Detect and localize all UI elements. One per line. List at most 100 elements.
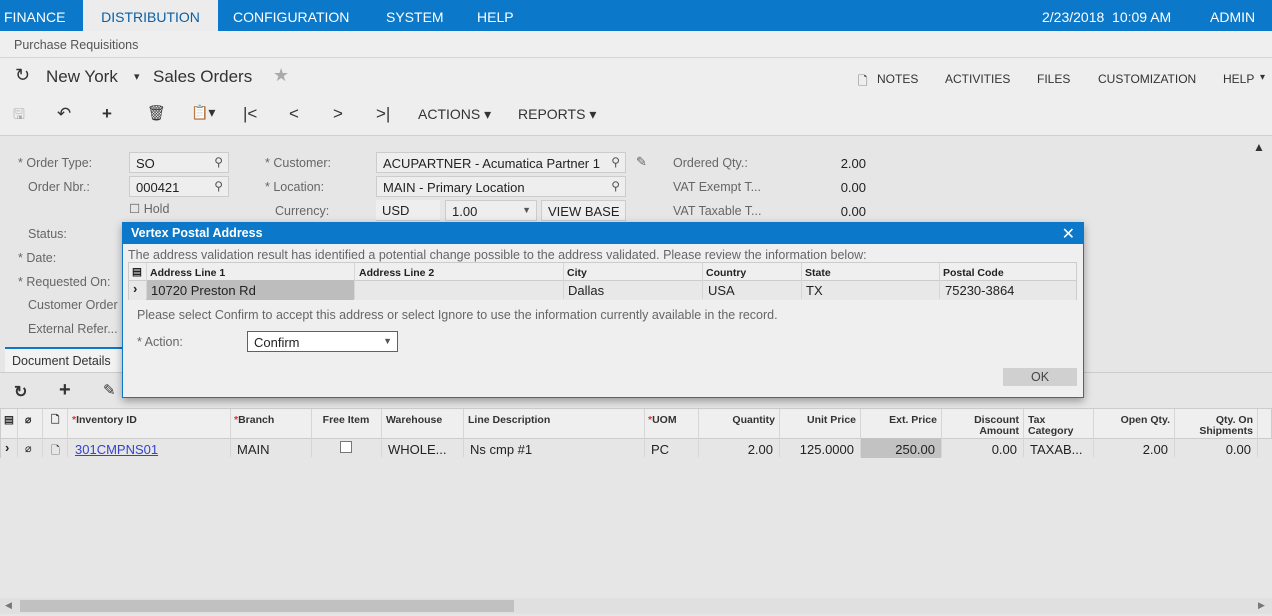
previous-record-icon[interactable]: < <box>289 104 299 124</box>
notes-link[interactable]: NOTES <box>877 72 918 86</box>
grid-settings-icon[interactable]: ▤ <box>132 266 142 278</box>
col-warehouse[interactable]: Warehouse <box>386 415 442 426</box>
city-cell[interactable]: Dallas <box>568 283 604 298</box>
help-link[interactable]: HELP <box>1223 72 1254 86</box>
scroll-right-icon[interactable]: ▶ <box>1258 600 1265 611</box>
order-nbr-field[interactable]: 000421 ⚲ <box>129 176 229 197</box>
state-cell[interactable]: TX <box>806 283 823 298</box>
col-inventory-id[interactable]: *Inventory ID <box>72 415 137 426</box>
reports-menu[interactable]: REPORTS ▾ <box>518 106 596 123</box>
edit-icon[interactable]: ✎ <box>636 154 647 170</box>
warehouse-cell[interactable]: WHOLE... <box>388 442 447 457</box>
grid-settings-icon[interactable]: ▤ <box>4 415 14 426</box>
rate-field[interactable]: 1.00 ▼ <box>445 200 537 221</box>
search-icon[interactable]: ⚲ <box>214 179 223 193</box>
add-row-icon[interactable]: + <box>59 379 71 402</box>
col-quantity[interactable]: Quantity <box>701 415 775 426</box>
hold-checkbox[interactable]: ☐ Hold <box>129 201 169 216</box>
col-address-line-2[interactable]: Address Line 2 <box>359 267 434 279</box>
nav-distribution[interactable]: DISTRIBUTION <box>83 0 218 31</box>
tab-document-details[interactable]: Document Details <box>5 347 123 372</box>
col-branch[interactable]: *Branch <box>234 415 274 426</box>
last-record-icon[interactable]: >| <box>376 104 390 124</box>
note-icon[interactable]: 🗋 <box>51 442 60 461</box>
close-icon[interactable]: ✕ <box>1062 224 1075 244</box>
col-discount-amount[interactable]: Discount Amount <box>961 415 1019 437</box>
col-state[interactable]: State <box>805 267 831 279</box>
quantity-cell[interactable]: 2.00 <box>701 442 773 457</box>
horizontal-scrollbar[interactable]: ◀ ▶ <box>0 598 1272 614</box>
activities-link[interactable]: ACTIVITIES <box>945 72 1010 86</box>
breadcrumb[interactable]: Purchase Requisitions <box>0 31 1272 58</box>
currency-field[interactable]: USD <box>376 200 440 221</box>
order-type-field[interactable]: SO ⚲ <box>129 152 229 173</box>
star-icon[interactable]: ★ <box>273 65 289 86</box>
collapse-icon[interactable]: ▲ <box>1253 140 1265 154</box>
postal-code-cell[interactable]: 75230-3864 <box>945 283 1014 298</box>
attachment-icon[interactable]: ⌀ <box>25 415 31 426</box>
user-menu[interactable]: ADMIN <box>1210 0 1255 31</box>
row-selector-icon[interactable]: › <box>5 440 9 455</box>
add-icon[interactable]: + <box>102 104 112 124</box>
undo-icon[interactable]: ↶ <box>57 104 71 124</box>
notes-icon[interactable]: 🗋 <box>858 72 868 93</box>
col-address-line-1[interactable]: Address Line 1 <box>150 267 225 279</box>
search-icon[interactable]: ⚲ <box>611 155 620 169</box>
row-selector-icon[interactable]: › <box>133 281 137 296</box>
col-open-qty[interactable]: Open Qty. <box>1096 415 1170 426</box>
col-country[interactable]: Country <box>706 267 746 279</box>
col-city[interactable]: City <box>567 267 587 279</box>
first-record-icon[interactable]: |< <box>243 104 257 124</box>
col-ext-price[interactable]: Ext. Price <box>863 415 937 426</box>
attachment-icon[interactable]: ⌀ <box>25 442 32 455</box>
col-uom[interactable]: *UOM <box>648 415 677 426</box>
scroll-left-icon[interactable]: ◀ <box>5 600 12 611</box>
col-qty-on-shipments[interactable]: Qty. On Shipments <box>1181 415 1253 437</box>
ok-button[interactable]: OK <box>1003 368 1077 386</box>
nav-system[interactable]: SYSTEM <box>386 0 444 31</box>
nav-help[interactable]: HELP <box>477 0 514 31</box>
col-unit-price[interactable]: Unit Price <box>782 415 856 426</box>
search-icon[interactable]: ⚲ <box>214 155 223 169</box>
branch-cell[interactable]: MAIN <box>237 442 270 457</box>
country-cell[interactable]: USA <box>708 283 735 298</box>
unit-price-cell[interactable]: 125.0000 <box>782 442 854 457</box>
location-field[interactable]: MAIN - Primary Location ⚲ <box>376 176 626 197</box>
action-select[interactable]: Confirm ▼ <box>247 331 398 352</box>
open-qty-cell[interactable]: 2.00 <box>1096 442 1168 457</box>
files-link[interactable]: FILES <box>1037 72 1070 86</box>
customization-link[interactable]: CUSTOMIZATION <box>1098 72 1196 86</box>
free-item-checkbox[interactable] <box>340 441 352 453</box>
col-tax-category[interactable]: Tax Category <box>1028 415 1088 437</box>
customer-field[interactable]: ACUPARTNER - Acumatica Partner 1 ⚲ <box>376 152 626 173</box>
delete-icon[interactable]: 🗑 <box>147 104 166 122</box>
save-icon[interactable]: 🖫 <box>13 104 25 128</box>
actions-menu[interactable]: ACTIONS ▾ <box>418 106 491 123</box>
view-base-button[interactable]: VIEW BASE <box>541 200 626 221</box>
col-postal-code[interactable]: Postal Code <box>943 267 1004 279</box>
refresh-icon[interactable]: ↻ <box>15 65 30 86</box>
address-line-1-cell[interactable]: 10720 Preston Rd <box>151 283 256 298</box>
chevron-down-icon[interactable]: ▼ <box>383 336 392 346</box>
search-icon[interactable]: ⚲ <box>611 179 620 193</box>
qty-on-shipments-cell[interactable]: 0.00 <box>1179 442 1251 457</box>
col-free-item[interactable]: Free Item <box>313 415 379 426</box>
scrollbar-thumb[interactable] <box>20 600 514 612</box>
tax-category-cell[interactable]: TAXAB... <box>1030 442 1083 457</box>
nav-finance[interactable]: FINANCE <box>4 0 65 31</box>
clipboard-icon[interactable]: 📋▾ <box>191 104 215 121</box>
refresh-icon[interactable]: ↻ <box>14 382 27 402</box>
inventory-id-link[interactable]: 301CMPNS01 <box>75 442 158 457</box>
uom-cell[interactable]: PC <box>651 442 669 457</box>
edit-icon[interactable]: ✎ <box>103 381 116 399</box>
chevron-down-icon[interactable]: ▼ <box>522 205 531 215</box>
discount-cell[interactable]: 0.00 <box>945 442 1017 457</box>
col-line-description[interactable]: Line Description <box>468 415 550 426</box>
chevron-down-icon[interactable]: ▾ <box>1260 72 1265 83</box>
ext-price-cell[interactable]: 250.00 <box>863 442 935 457</box>
chevron-down-icon[interactable]: ▾ <box>134 70 140 83</box>
branch-selector[interactable]: New York <box>46 67 118 87</box>
nav-configuration[interactable]: CONFIGURATION <box>233 0 349 31</box>
note-icon[interactable]: 🗋 <box>51 415 59 426</box>
description-cell[interactable]: Ns cmp #1 <box>470 442 532 457</box>
